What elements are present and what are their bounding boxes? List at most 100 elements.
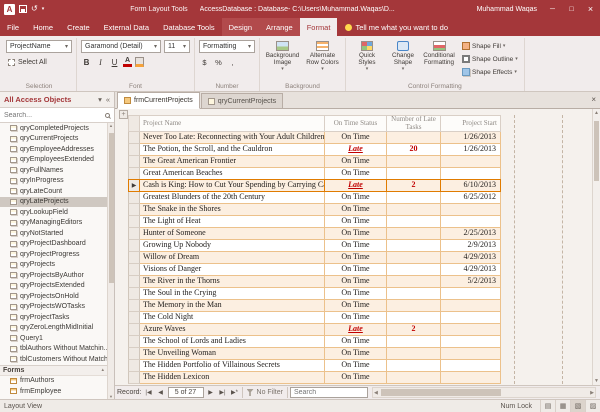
ribbon-tab-arrange[interactable]: Arrange (259, 18, 300, 36)
sidebar-item-qrylookupfield[interactable]: qryLookupField (0, 207, 107, 218)
cell-project-name[interactable]: Great American Beaches (140, 168, 325, 180)
record-selector-cell[interactable] (128, 132, 140, 144)
scroll-up-icon[interactable]: ▲ (593, 110, 600, 116)
cell-late-tasks[interactable] (387, 372, 441, 384)
cell-on-time-status[interactable]: On Time (325, 252, 387, 264)
datasheet-view-button[interactable]: ▦ (555, 400, 570, 412)
navigation-search[interactable] (0, 108, 114, 123)
cell-on-time-status[interactable]: Late (325, 180, 387, 192)
record-selector-cell[interactable] (128, 372, 140, 384)
cell-on-time-status[interactable]: On Time (325, 276, 387, 288)
qat-customize-arrow-icon[interactable]: ▾ (42, 6, 45, 12)
column-header-project-start[interactable]: Project Start (441, 115, 501, 132)
navigation-search-input[interactable] (4, 112, 103, 119)
underline-button[interactable]: U (109, 56, 120, 68)
layout-move-handle-icon[interactable] (119, 110, 128, 119)
close-button[interactable] (581, 0, 600, 18)
cell-project-start[interactable]: 4/29/2013 (441, 252, 501, 264)
cell-project-name[interactable]: Cash is King: How to Cut Your Spending b… (140, 180, 325, 192)
cell-project-name[interactable]: The Hidden Portfolio of Villainous Secre… (140, 360, 325, 372)
sidebar-item-qryprojectdashboard[interactable]: qryProjectDashboard (0, 239, 107, 250)
record-selector-cell[interactable] (128, 276, 140, 288)
table-row[interactable]: Never Too Late: Reconnecting with Your A… (128, 132, 501, 144)
cell-project-start[interactable]: 2/25/2013 (441, 228, 501, 240)
table-row[interactable]: The Great American FrontierOn Time (128, 156, 501, 168)
sidebar-item-qrylatecount[interactable]: qryLateCount (0, 186, 107, 197)
table-row[interactable]: Visions of DangerOn Time4/29/2013 (128, 264, 501, 276)
current-record-box[interactable]: 5 of 27 (168, 387, 204, 398)
table-row[interactable]: The Memory in the ManOn Time (128, 300, 501, 312)
record-selector-cell[interactable] (128, 324, 140, 336)
next-record-button[interactable]: ▶ (206, 387, 216, 399)
shutter-bar-close-icon[interactable]: « (106, 95, 110, 104)
scroll-left-icon[interactable]: ◀ (374, 390, 378, 396)
cell-project-name[interactable]: Never Too Late: Reconnecting with Your A… (140, 132, 325, 144)
cell-on-time-status[interactable]: On Time (325, 312, 387, 324)
table-row[interactable]: Azure WavesLate2 (128, 324, 501, 336)
scroll-down-icon[interactable]: ▼ (593, 378, 600, 384)
scrollbar-thumb[interactable] (594, 121, 599, 181)
cell-project-name[interactable]: The River in the Thorns (140, 276, 325, 288)
table-row[interactable]: The Cold NightOn Time (128, 312, 501, 324)
cell-on-time-status[interactable]: On Time (325, 204, 387, 216)
sidebar-item-qryprojectsbyauthor[interactable]: qryProjectsByAuthor (0, 270, 107, 281)
column-header-project-name[interactable]: Project Name (140, 115, 325, 132)
cell-late-tasks[interactable]: 2 (387, 180, 441, 192)
cell-project-name[interactable]: Hunter of Someone (140, 228, 325, 240)
cell-late-tasks[interactable] (387, 228, 441, 240)
table-row[interactable]: Hunter of SomeoneOn Time2/25/2013 (128, 228, 501, 240)
minimize-button[interactable] (543, 0, 562, 18)
table-row[interactable]: Greatest Blunders of the 20th CenturyOn … (128, 192, 501, 204)
cell-on-time-status[interactable]: On Time (325, 360, 387, 372)
cell-on-time-status[interactable]: On Time (325, 168, 387, 180)
horizontal-scrollbar[interactable]: ◀ ▶ (372, 387, 596, 398)
cell-project-start[interactable] (441, 312, 501, 324)
record-selector-cell[interactable] (128, 240, 140, 252)
record-selector-cell[interactable]: ▶ (128, 180, 140, 192)
cell-on-time-status[interactable]: On Time (325, 240, 387, 252)
cell-project-start[interactable] (441, 324, 501, 336)
quick-styles-button[interactable]: Quick Styles (350, 40, 384, 78)
cell-on-time-status[interactable]: On Time (325, 348, 387, 360)
cell-project-start[interactable] (441, 336, 501, 348)
bold-button[interactable]: B (81, 56, 92, 68)
sidebar-item-qrymanagingeditors[interactable]: qryManagingEditors (0, 218, 107, 229)
record-selector-cell[interactable] (128, 300, 140, 312)
filter-indicator[interactable]: No Filter (242, 387, 288, 398)
select-all-button[interactable]: Select All (6, 56, 72, 68)
cell-project-start[interactable]: 2/9/2013 (441, 240, 501, 252)
cell-project-name[interactable]: The Light of Heat (140, 216, 325, 228)
table-row[interactable]: The Snake in the ShoresOn Time (128, 204, 501, 216)
cell-late-tasks[interactable] (387, 132, 441, 144)
record-selector-cell[interactable] (128, 228, 140, 240)
cell-project-name[interactable]: The Memory in the Man (140, 300, 325, 312)
cell-on-time-status[interactable]: On Time (325, 264, 387, 276)
number-button-[interactable]: % (213, 56, 224, 68)
record-selector-cell[interactable] (128, 336, 140, 348)
cell-project-name[interactable]: Growing Up Nobody (140, 240, 325, 252)
record-selector-cell[interactable] (128, 216, 140, 228)
record-selector-cell[interactable] (128, 204, 140, 216)
sidebar-item-qryprojects[interactable]: qryProjects (0, 260, 107, 271)
ribbon-tab-design[interactable]: Design (222, 18, 259, 36)
cell-project-name[interactable]: Greatest Blunders of the 20th Century (140, 192, 325, 204)
sidebar-item-qrycompletedprojects[interactable]: qryCompletedProjects (0, 123, 107, 134)
cell-project-start[interactable]: 6/25/2012 (441, 192, 501, 204)
number-format-combo[interactable]: Formatting (199, 40, 255, 53)
table-row[interactable]: ▶Cash is King: How to Cut Your Spending … (128, 180, 501, 192)
record-selector-cell[interactable] (128, 312, 140, 324)
form-view-button[interactable]: ▤ (540, 400, 555, 412)
table-row[interactable]: The Soul in the CryingOn Time (128, 288, 501, 300)
table-row[interactable]: The Light of HeatOn Time (128, 216, 501, 228)
cell-project-name[interactable]: The Hidden Lexicon (140, 372, 325, 384)
number-button-[interactable]: , (227, 56, 238, 68)
table-row[interactable]: Great American BeachesOn Time (128, 168, 501, 180)
sidebar-item-qrylateprojects[interactable]: qryLateProjects (0, 197, 107, 208)
table-row[interactable]: The Potion, the Scroll, and the Cauldron… (128, 144, 501, 156)
sidebar-item-qryemployeeaddresses[interactable]: qryEmployeeAddresses (0, 144, 107, 155)
shape-effects-button[interactable]: Shape Effects (460, 66, 520, 78)
cell-project-name[interactable]: The Unveiling Woman (140, 348, 325, 360)
alternate-row-colors-button[interactable]: Alternate Row Colors (304, 40, 341, 71)
cell-late-tasks[interactable]: 2 (387, 324, 441, 336)
sidebar-scrollbar-thumb[interactable] (109, 133, 114, 283)
